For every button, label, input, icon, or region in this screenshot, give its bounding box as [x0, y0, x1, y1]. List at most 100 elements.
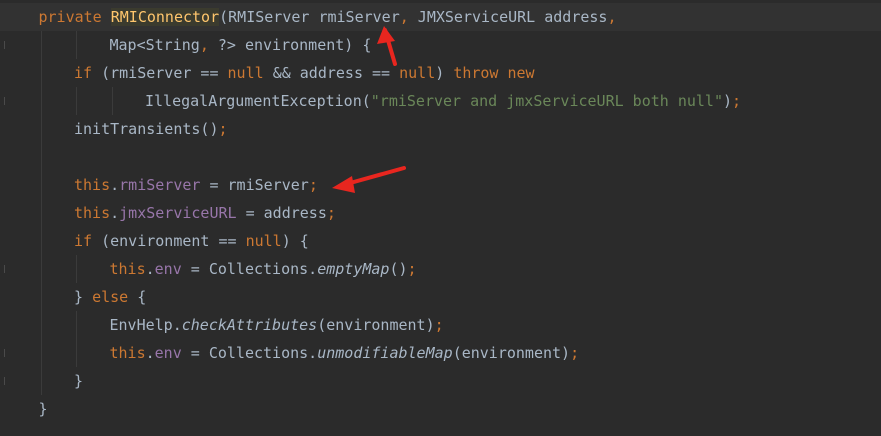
code-token: ) — [435, 64, 454, 82]
code-line[interactable]: this.env = Collections.emptyMap(); — [0, 255, 881, 283]
code-token: ) { — [281, 232, 309, 250]
code-token: . — [110, 204, 120, 222]
indent-guide — [40, 199, 42, 227]
indent-guide — [40, 311, 42, 339]
code-token: ; — [326, 204, 336, 222]
code-token: ?> environment) { — [208, 36, 372, 54]
code-token: JMXServiceURL address — [408, 8, 608, 26]
code-token: checkAttributes — [181, 316, 318, 334]
indent-guide — [76, 339, 77, 367]
code-text: EnvHelp.checkAttributes(environment); — [110, 311, 444, 339]
code-token: = Collections. — [181, 344, 318, 362]
indent-guide — [111, 87, 113, 115]
code-token: ; — [407, 260, 417, 278]
code-token: jmxServiceURL — [119, 204, 237, 222]
code-token: ; — [434, 316, 444, 334]
code-text: this.jmxServiceURL = address; — [74, 199, 336, 227]
code-line[interactable]: EnvHelp.checkAttributes(environment); — [0, 311, 881, 339]
code-token: ; — [218, 120, 228, 138]
code-line[interactable]: } else { — [0, 283, 881, 311]
indent-guide — [76, 31, 77, 59]
code-text: this.env = Collections.emptyMap(); — [110, 255, 417, 283]
indent-guide — [40, 31, 42, 59]
code-token: IllegalArgumentException( — [145, 92, 371, 110]
code-text: this.rmiServer = rmiServer; — [74, 171, 318, 199]
code-token: Map<String — [109, 36, 200, 54]
code-token: ; — [732, 92, 742, 110]
indent-guide — [40, 367, 42, 395]
code-token: if — [74, 64, 102, 82]
code-token: = Collections. — [181, 260, 318, 278]
code-token: (environment == — [101, 232, 246, 250]
code-token: unmodifiableMap — [317, 344, 453, 362]
code-text: IllegalArgumentException("rmiServer and … — [145, 87, 741, 115]
code-line[interactable]: if (rmiServer == null && address == null… — [0, 59, 881, 87]
indent-guide — [40, 171, 42, 199]
indent-guide — [76, 311, 77, 339]
code-token: if — [74, 232, 102, 250]
code-text: Map<String, ?> environment) { — [110, 31, 372, 59]
code-line[interactable]: private RMIConnector(RMIServer rmiServer… — [0, 3, 881, 31]
code-token: } — [74, 372, 84, 390]
code-line[interactable]: if (environment == null) { — [0, 227, 881, 255]
code-token: { — [137, 288, 147, 306]
code-text: if (environment == null) { — [74, 227, 309, 255]
code-token: this — [109, 344, 146, 362]
code-token: ; — [308, 176, 318, 194]
indent-guide — [76, 87, 77, 115]
code-line[interactable]: } — [0, 367, 881, 395]
indent-guide — [40, 227, 42, 255]
code-text: this.env = Collections.unmodifiableMap(e… — [110, 339, 580, 367]
indent-guide — [40, 283, 42, 311]
code-token: this — [109, 260, 146, 278]
code-token: this — [74, 176, 111, 194]
indent-guide — [40, 59, 42, 87]
code-token: = address — [236, 204, 327, 222]
code-token: () — [389, 260, 408, 278]
code-token: this — [74, 204, 111, 222]
code-token: . — [145, 260, 155, 278]
code-line[interactable]: initTransients(); — [0, 115, 881, 143]
indent-guide — [76, 255, 77, 283]
indent-guide — [40, 87, 42, 115]
code-token: (environment) — [452, 344, 571, 362]
code-text: if (rmiServer == null && address == null… — [74, 59, 535, 87]
indent-guide — [40, 339, 42, 367]
code-token: } — [74, 288, 93, 306]
code-token: null — [245, 232, 282, 250]
code-line[interactable]: } — [0, 395, 881, 423]
code-token: . — [110, 176, 120, 194]
code-line[interactable]: this.jmxServiceURL = address; — [0, 199, 881, 227]
code-token: private — [38, 8, 111, 26]
code-token: null — [399, 64, 436, 82]
code-text: } — [74, 367, 83, 395]
code-token: env — [154, 344, 182, 362]
code-token: else — [92, 288, 138, 306]
code-text: initTransients(); — [74, 115, 228, 143]
code-line[interactable]: this.rmiServer = rmiServer; — [0, 171, 881, 199]
code-token: = rmiServer — [200, 176, 309, 194]
code-token: null — [227, 64, 273, 82]
code-text: private RMIConnector(RMIServer rmiServer… — [39, 3, 617, 31]
code-token: } — [38, 400, 48, 418]
code-line[interactable]: Map<String, ?> environment) { — [0, 31, 881, 59]
code-token: (rmiServer == — [101, 64, 228, 82]
code-token: throw new — [453, 64, 535, 82]
code-token: . — [145, 344, 155, 362]
code-token: ) — [722, 92, 733, 110]
code-editor[interactable]: private RMIConnector(RMIServer rmiServer… — [0, 0, 881, 436]
code-token: initTransients() — [74, 120, 219, 138]
code-token: , — [607, 8, 617, 26]
code-token: (RMIServer rmiServer — [219, 8, 400, 26]
code-token: env — [154, 260, 182, 278]
code-text: } — [39, 395, 48, 423]
code-token: EnvHelp. — [109, 316, 182, 334]
indent-guide — [40, 115, 42, 143]
code-token: emptyMap — [317, 260, 390, 278]
code-token: , — [399, 8, 409, 26]
code-token: , — [199, 36, 209, 54]
indent-guide — [40, 255, 42, 283]
code-line[interactable]: IllegalArgumentException("rmiServer and … — [0, 87, 881, 115]
code-line[interactable]: this.env = Collections.unmodifiableMap(e… — [0, 339, 881, 367]
code-line[interactable] — [0, 143, 881, 171]
